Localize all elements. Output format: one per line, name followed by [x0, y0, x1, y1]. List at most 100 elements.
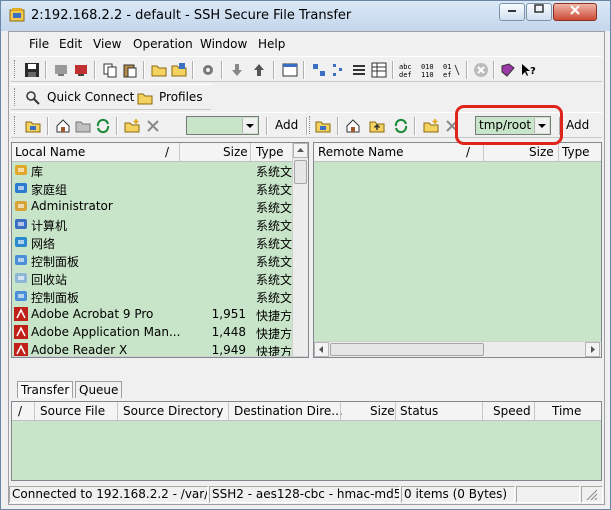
menu-edit[interactable]: Edit	[59, 37, 82, 51]
maximize-button[interactable]	[526, 3, 552, 21]
local-type-column[interactable]: Type	[256, 145, 284, 159]
column-divider[interactable]	[483, 143, 484, 161]
column-divider[interactable]	[228, 402, 229, 420]
tab-queue[interactable]: Queue	[75, 381, 123, 398]
connect-button[interactable]	[51, 60, 71, 80]
quick-connect-button[interactable]: Quick Connect	[47, 90, 134, 104]
menu-operation[interactable]: Operation	[133, 37, 193, 51]
local-add-button[interactable]: Add	[275, 118, 298, 132]
remote-size-column[interactable]: Size	[529, 145, 554, 159]
remote-name-column[interactable]: Remote Name	[318, 145, 404, 159]
local-home-button[interactable]	[53, 116, 73, 136]
local-file-pane[interactable]: Local Name / Size Type 库系统文 家庭组 系统文 Adminis…	[11, 142, 309, 358]
toolbar-grip[interactable]	[14, 60, 18, 78]
large-icons-button[interactable]	[309, 60, 329, 80]
stop-button[interactable]	[471, 60, 491, 80]
column-divider[interactable]	[34, 402, 35, 420]
title-bar[interactable]: 2:192.168.2.2 - default - SSH Secure Fil…	[1, 1, 610, 31]
local-parent-button[interactable]	[73, 116, 93, 136]
size-grip[interactable]	[581, 486, 603, 503]
list-item[interactable]: 计算机 系统文	[12, 216, 308, 234]
column-divider[interactable]	[482, 402, 483, 420]
list-item[interactable]: 家庭组 系统文	[12, 180, 308, 198]
remote-file-pane[interactable]: Remote Name / Size Type	[313, 142, 602, 358]
local-refresh-button[interactable]	[93, 116, 113, 136]
upload-button[interactable]	[249, 60, 269, 80]
local-vertical-scrollbar[interactable]	[292, 143, 308, 357]
source-file-column[interactable]: Source File	[40, 404, 105, 418]
source-directory-column[interactable]: Source Directory	[123, 404, 223, 418]
remote-home-button[interactable]	[343, 116, 363, 136]
tab-transfer[interactable]: Transfer	[17, 381, 74, 398]
toolbar-grip[interactable]	[14, 116, 18, 134]
terminal-button[interactable]	[280, 60, 300, 80]
ascii-mode-button[interactable]: abc def	[398, 60, 418, 80]
remote-parent-button[interactable]	[367, 116, 387, 136]
profiles-button[interactable]: Profiles	[159, 90, 203, 104]
local-size-column[interactable]: Size	[223, 145, 248, 159]
remote-horizontal-scrollbar[interactable]	[314, 341, 601, 357]
list-item[interactable]: 控制面板 系统文	[12, 288, 308, 306]
profiles-icon-button[interactable]	[135, 88, 155, 108]
close-button[interactable]	[553, 3, 597, 21]
scroll-up-button[interactable]	[293, 143, 308, 158]
local-path-combo[interactable]	[186, 116, 259, 135]
list-item[interactable]: 回收站 系统文	[12, 270, 308, 288]
remote-add-button[interactable]: Add	[566, 118, 589, 132]
remote-up-folder-button[interactable]	[313, 116, 333, 136]
list-item[interactable]: 库 系统文	[12, 162, 308, 180]
copy-button[interactable]	[100, 60, 120, 80]
column-divider[interactable]	[340, 402, 341, 420]
binary-mode-button[interactable]: 010 110	[420, 60, 440, 80]
chevron-down-icon[interactable]	[242, 118, 257, 133]
list-view-button[interactable]	[349, 60, 369, 80]
minimize-button[interactable]	[499, 3, 525, 21]
context-help-button[interactable]: ?	[518, 60, 538, 80]
local-new-folder-button[interactable]	[122, 116, 142, 136]
download-button[interactable]	[227, 60, 247, 80]
folder-browse-button[interactable]	[169, 60, 189, 80]
toolbar-grip[interactable]	[14, 88, 18, 106]
column-divider[interactable]	[117, 402, 118, 420]
list-item[interactable]: 网络 系统文	[12, 234, 308, 252]
menu-window[interactable]: Window	[200, 37, 247, 51]
speed-column[interactable]: Speed	[493, 404, 531, 418]
status-column[interactable]: Status	[400, 404, 438, 418]
disconnect-button[interactable]	[71, 60, 91, 80]
menu-file[interactable]: File	[29, 37, 49, 51]
local-delete-button[interactable]	[143, 116, 163, 136]
list-item[interactable]: Adobe Acrobat 9 Pro 1,951 快捷方	[12, 306, 308, 324]
column-divider[interactable]	[534, 402, 535, 420]
remote-refresh-button[interactable]	[391, 116, 411, 136]
small-icons-button[interactable]	[329, 60, 349, 80]
help-book-button[interactable]	[498, 60, 518, 80]
auto-mode-button[interactable]: 01 ef	[442, 60, 462, 80]
remote-type-column[interactable]: Type	[562, 145, 590, 159]
quick-connect-button-icon[interactable]	[23, 88, 43, 108]
transfer-list[interactable]: / Source File Source Directory Destinati…	[11, 401, 602, 481]
scroll-left-button[interactable]	[314, 342, 329, 357]
scroll-thumb[interactable]	[330, 343, 484, 356]
local-up-folder-button[interactable]	[23, 116, 43, 136]
column-divider[interactable]	[250, 143, 251, 161]
new-folder-button[interactable]	[149, 60, 169, 80]
menu-help[interactable]: Help	[258, 37, 285, 51]
column-divider[interactable]	[558, 143, 559, 161]
column-divider[interactable]	[395, 402, 396, 420]
column-divider[interactable]	[179, 143, 180, 161]
save-button[interactable]	[22, 60, 42, 80]
list-item[interactable]: Administrator 系统文	[12, 198, 308, 216]
details-view-button[interactable]	[369, 60, 389, 80]
time-column[interactable]: Time	[552, 404, 581, 418]
remote-new-folder-button[interactable]	[421, 116, 441, 136]
list-item[interactable]: 控制面板 系统文	[12, 252, 308, 270]
paste-button[interactable]	[120, 60, 140, 80]
settings-button[interactable]	[198, 60, 218, 80]
destination-directory-column[interactable]: Destination Dire...	[234, 404, 343, 418]
list-item[interactable]: Adobe Application Man... 1,448 快捷方	[12, 324, 308, 342]
menu-view[interactable]: View	[93, 37, 121, 51]
local-name-column[interactable]: Local Name	[15, 145, 85, 159]
size-column[interactable]: Size	[370, 404, 395, 418]
scroll-thumb[interactable]	[294, 160, 307, 184]
scroll-right-button[interactable]	[585, 342, 600, 357]
